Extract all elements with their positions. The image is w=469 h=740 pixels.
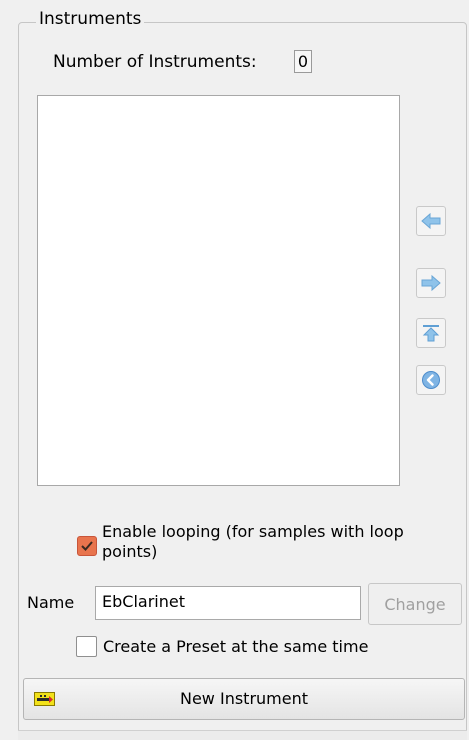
instruments-list[interactable] — [37, 95, 400, 486]
instruments-panel: Instruments Number of Instruments: 0 Ena… — [0, 0, 469, 740]
create-preset-checkbox[interactable] — [76, 636, 97, 657]
instrument-count-value: 0 — [294, 50, 312, 73]
instrument-count-label: Number of Instruments: — [53, 52, 257, 72]
back-circle-icon — [422, 371, 440, 389]
enable-looping-checkbox[interactable] — [77, 536, 97, 556]
move-to-top-icon — [422, 325, 440, 342]
checkmark-icon — [81, 541, 93, 551]
move-to-top-button[interactable] — [416, 318, 446, 348]
move-right-button[interactable] — [416, 268, 446, 298]
change-button[interactable]: Change — [368, 583, 462, 625]
new-instrument-label: New Instrument — [179, 689, 308, 708]
back-button[interactable] — [416, 365, 446, 395]
move-left-button[interactable] — [416, 206, 446, 236]
arrow-left-icon — [421, 212, 441, 230]
arrow-right-icon — [421, 274, 441, 292]
new-instrument-button[interactable]: New Instrument — [23, 678, 465, 720]
group-title: Instruments — [36, 8, 145, 30]
name-input[interactable]: EbClarinet — [95, 586, 361, 620]
create-preset-label: Create a Preset at the same time — [103, 637, 369, 656]
enable-looping-label: Enable looping (for samples with loop po… — [102, 522, 404, 561]
panel-bottom-edge — [18, 730, 467, 740]
name-label: Name — [27, 593, 75, 612]
